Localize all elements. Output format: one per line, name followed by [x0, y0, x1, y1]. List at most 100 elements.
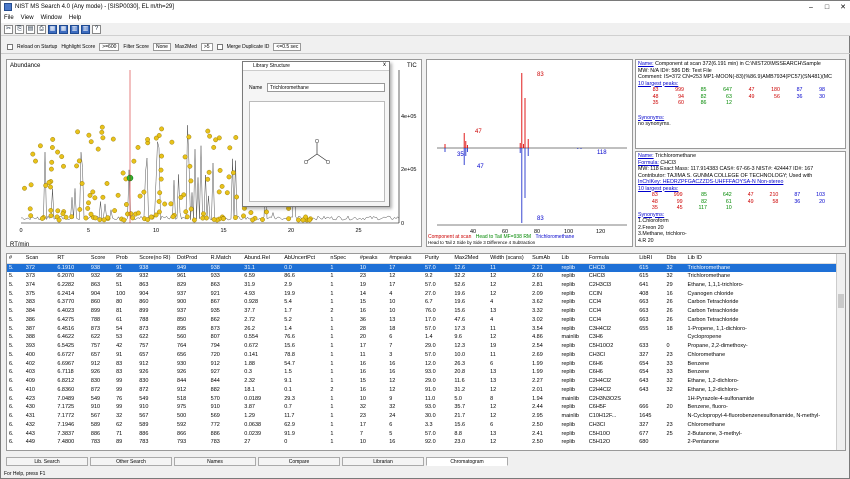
column-header[interactable]: Score(no RI) [137, 254, 176, 264]
spectrum-mode-tabs[interactable]: Head to Tail 2 Side by Side 3 Difference… [428, 240, 633, 245]
component-marker[interactable] [200, 215, 206, 221]
component-marker[interactable] [30, 151, 36, 157]
component-marker[interactable] [207, 133, 213, 139]
component-marker[interactable] [296, 217, 301, 223]
component-marker[interactable] [191, 217, 197, 223]
results-table-panel[interactable]: # Scan RT Score Prob Score(no RI) DotProd R.Mat… [6, 253, 846, 451]
column-header[interactable]: Max2Med [452, 254, 489, 264]
component-marker[interactable] [206, 169, 212, 175]
component-marker[interactable] [63, 214, 69, 220]
menu-view[interactable]: View [21, 15, 34, 21]
help-icon[interactable]: ? [92, 24, 101, 34]
table-row[interactable]: 5. 372 6.1910 938 91 938 949 938 31.1 0.0 1 10 17 57.… [7, 263, 837, 272]
component-marker[interactable] [92, 195, 98, 201]
component-marker[interactable] [158, 167, 164, 173]
component-marker[interactable] [85, 205, 91, 211]
column-header[interactable]: Scan [23, 254, 56, 264]
component-marker[interactable] [219, 184, 225, 189]
table-row[interactable]: 5. 373 6.2070 932 95 932 961 933 6.59 86.6 1 23 12 9.… [7, 272, 837, 281]
component-marker[interactable] [307, 217, 312, 223]
component-marker[interactable] [220, 216, 226, 222]
component-marker[interactable] [46, 180, 52, 185]
component-marker[interactable] [48, 213, 54, 219]
component-marker[interactable] [168, 201, 174, 207]
component-marker[interactable] [56, 217, 62, 223]
component-marker[interactable] [28, 213, 34, 219]
component-marker[interactable] [33, 158, 38, 164]
component-marker[interactable] [226, 174, 232, 180]
scroll-thumb[interactable] [838, 294, 844, 308]
component-marker[interactable] [233, 135, 239, 140]
component-marker[interactable] [145, 217, 151, 223]
spectrum-panel[interactable]: 47 35 47 83 83 118 40 60 80 100 120 Comp… [426, 59, 633, 247]
column-header[interactable]: Lib [559, 254, 587, 264]
table-row[interactable]: 6. 402 6.6967 912 83 912 930 912 1.88 54.7 1 16 16 12… [7, 359, 837, 368]
component-marker[interactable] [137, 193, 143, 199]
paste-icon[interactable]: ▤ [26, 24, 35, 34]
component-marker[interactable] [60, 211, 66, 217]
component-marker[interactable] [93, 215, 98, 221]
component-marker[interactable] [74, 163, 80, 169]
table-row[interactable]: 6. 423 7.0489 549 76 549 518 570 0.0189 29.3 1 10 9 1… [7, 394, 837, 403]
component-marker[interactable] [39, 216, 45, 221]
table-row[interactable]: 6. 409 6.8212 830 99 830 844 844 2.32 9.1 1 15 12 29.… [7, 377, 837, 386]
component-marker[interactable] [87, 192, 93, 198]
search-lib-icon[interactable]: ▦ [48, 24, 57, 34]
component-marker[interactable] [224, 190, 230, 196]
table-row[interactable]: 6. 410 6.8360 872 99 872 912 882 18.1 0.1 2 16 12 91.… [7, 386, 837, 395]
component-marker[interactable] [188, 178, 194, 184]
component-marker[interactable] [211, 145, 217, 150]
column-header[interactable]: LibRI [637, 254, 665, 264]
component-marker[interactable] [159, 126, 165, 132]
print-icon[interactable]: ⎙ [37, 24, 46, 34]
component-marker[interactable] [99, 124, 105, 130]
table-row[interactable]: 6. 403 6.7118 926 83 926 926 927 0.3 1.5 1 16 16 93.0… [7, 368, 837, 377]
head-to-tail-spectrum[interactable]: 47 35 47 83 83 118 40 60 80 100 120 [427, 60, 634, 235]
component-marker[interactable] [135, 210, 141, 216]
compare-icon[interactable]: ▥ [70, 24, 79, 34]
component-marker[interactable] [186, 134, 192, 140]
merge-select[interactable]: <=0.5 sec [273, 43, 302, 51]
component-marker[interactable] [128, 211, 134, 217]
tab-names[interactable]: Names [174, 457, 256, 466]
component-marker[interactable] [95, 146, 101, 152]
librarian-icon[interactable]: ▥ [81, 24, 90, 34]
component-marker[interactable] [233, 215, 238, 221]
component-marker[interactable] [48, 207, 54, 213]
table-row[interactable]: 6. 430 7.1725 910 99 910 975 910 3.87 0.7 1 32 32 93.… [7, 403, 837, 412]
tab-chromatogram[interactable]: Chromatogram [426, 457, 508, 466]
close-icon[interactable]: ✕ [835, 1, 850, 13]
table-row[interactable]: 5. 393 6.5425 757 42 757 764 794 0.672 15.6 1 17 7 29… [7, 342, 837, 351]
column-header[interactable]: Dbs [664, 254, 686, 264]
copy-icon[interactable]: ⎘ [15, 24, 24, 34]
component-marker[interactable] [250, 217, 256, 223]
component-marker[interactable] [178, 194, 184, 200]
component-marker[interactable] [153, 212, 159, 218]
component-marker[interactable] [131, 158, 137, 164]
reload-checkbox[interactable] [7, 44, 13, 50]
component-marker[interactable] [205, 176, 211, 182]
component-marker[interactable] [169, 139, 175, 145]
component-marker[interactable] [61, 163, 66, 169]
component-marker[interactable] [115, 192, 121, 198]
component-marker[interactable] [227, 145, 233, 151]
cut-icon[interactable]: ✂ [4, 24, 13, 34]
component-marker[interactable] [300, 217, 306, 223]
component-marker[interactable] [159, 153, 165, 159]
column-header[interactable]: #peaks [357, 254, 388, 264]
component-marker[interactable] [69, 214, 74, 220]
column-header[interactable]: Width (scans) [488, 254, 531, 264]
component-marker[interactable] [86, 132, 92, 138]
maximize-icon[interactable]: □ [819, 1, 835, 13]
close-icon[interactable]: x [383, 62, 386, 68]
column-header[interactable]: R.Match [208, 254, 243, 264]
component-marker[interactable] [135, 145, 141, 150]
component-marker[interactable] [104, 181, 110, 186]
component-marker[interactable] [241, 213, 246, 219]
component-marker[interactable] [248, 210, 254, 216]
table-row[interactable]: 5. 374 6.2282 863 51 863 829 863 31.9 2.9 1 19 17 57.… [7, 281, 837, 290]
component-marker[interactable] [205, 128, 211, 134]
column-header[interactable]: Score [88, 254, 115, 264]
component-marker[interactable] [121, 217, 127, 223]
component-marker[interactable] [49, 166, 54, 172]
